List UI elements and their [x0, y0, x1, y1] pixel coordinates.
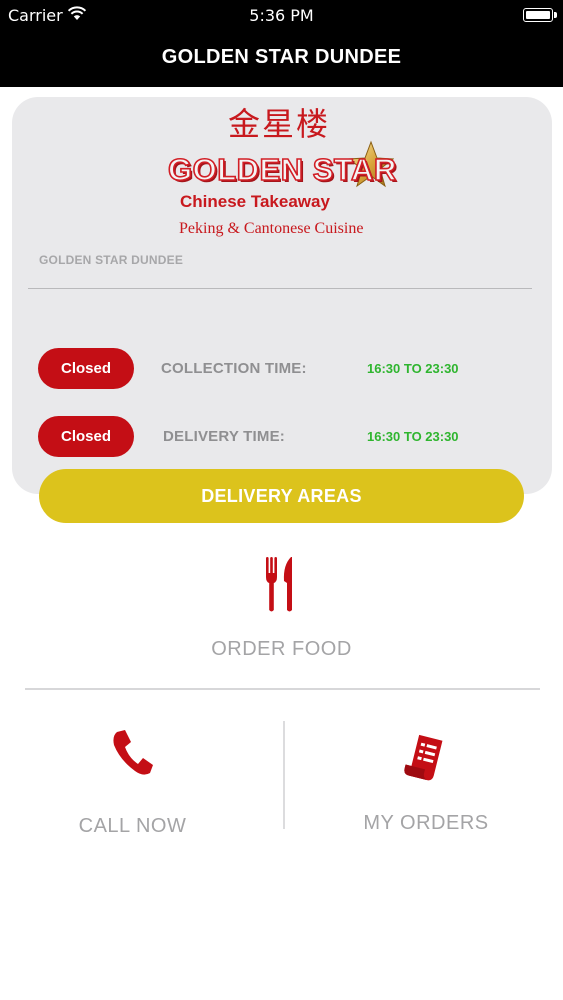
logo-name: GOLDEN STAR: [167, 152, 397, 187]
call-now-label: CALL NOW: [78, 815, 187, 837]
call-now-button[interactable]: CALL NOW: [30, 720, 235, 850]
delivery-areas-button[interactable]: DELIVERY AREAS: [39, 469, 524, 523]
fork-knife-icon: [266, 557, 292, 612]
receipt-icon: [404, 734, 443, 781]
my-orders-button[interactable]: MY ORDERS: [320, 720, 532, 850]
restaurant-name: GOLDEN STAR DUNDEE: [39, 253, 184, 267]
collection-time-label: COLLECTION TIME:: [161, 360, 307, 377]
top-bar: Carrier 5:36 PM GOLDEN STAR DUNDEE: [0, 0, 563, 87]
status-time: 5:36 PM: [249, 6, 314, 25]
delivery-time-value: 16:30 TO 23:30: [367, 429, 459, 444]
delivery-status-badge: Closed: [38, 416, 134, 457]
logo-subtitle: Chinese Takeaway: [180, 192, 330, 211]
collection-status-badge: Closed: [38, 348, 134, 389]
logo-chinese-name: 金星楼: [228, 105, 331, 143]
phone-icon: [113, 730, 153, 775]
page-title: GOLDEN STAR DUNDEE: [161, 46, 402, 68]
order-food-label: ORDER FOOD: [211, 638, 352, 660]
delivery-time-label: DELIVERY TIME:: [163, 428, 285, 445]
order-food-button[interactable]: ORDER FOOD: [0, 540, 563, 680]
collection-time-value: 16:30 TO 23:30: [367, 361, 459, 376]
battery-icon: [523, 8, 557, 22]
menu-vertical-divider: [283, 721, 285, 829]
menu-divider: [25, 688, 540, 690]
my-orders-label: MY ORDERS: [363, 812, 489, 834]
card-divider: [28, 288, 532, 289]
status-bar: Carrier 5:36 PM: [0, 0, 563, 30]
logo-cuisine: Peking & Cantonese Cuisine: [179, 220, 364, 237]
restaurant-logo: 金星楼 GOLDEN STAR Chinese Takeaway Peking …: [158, 104, 398, 240]
